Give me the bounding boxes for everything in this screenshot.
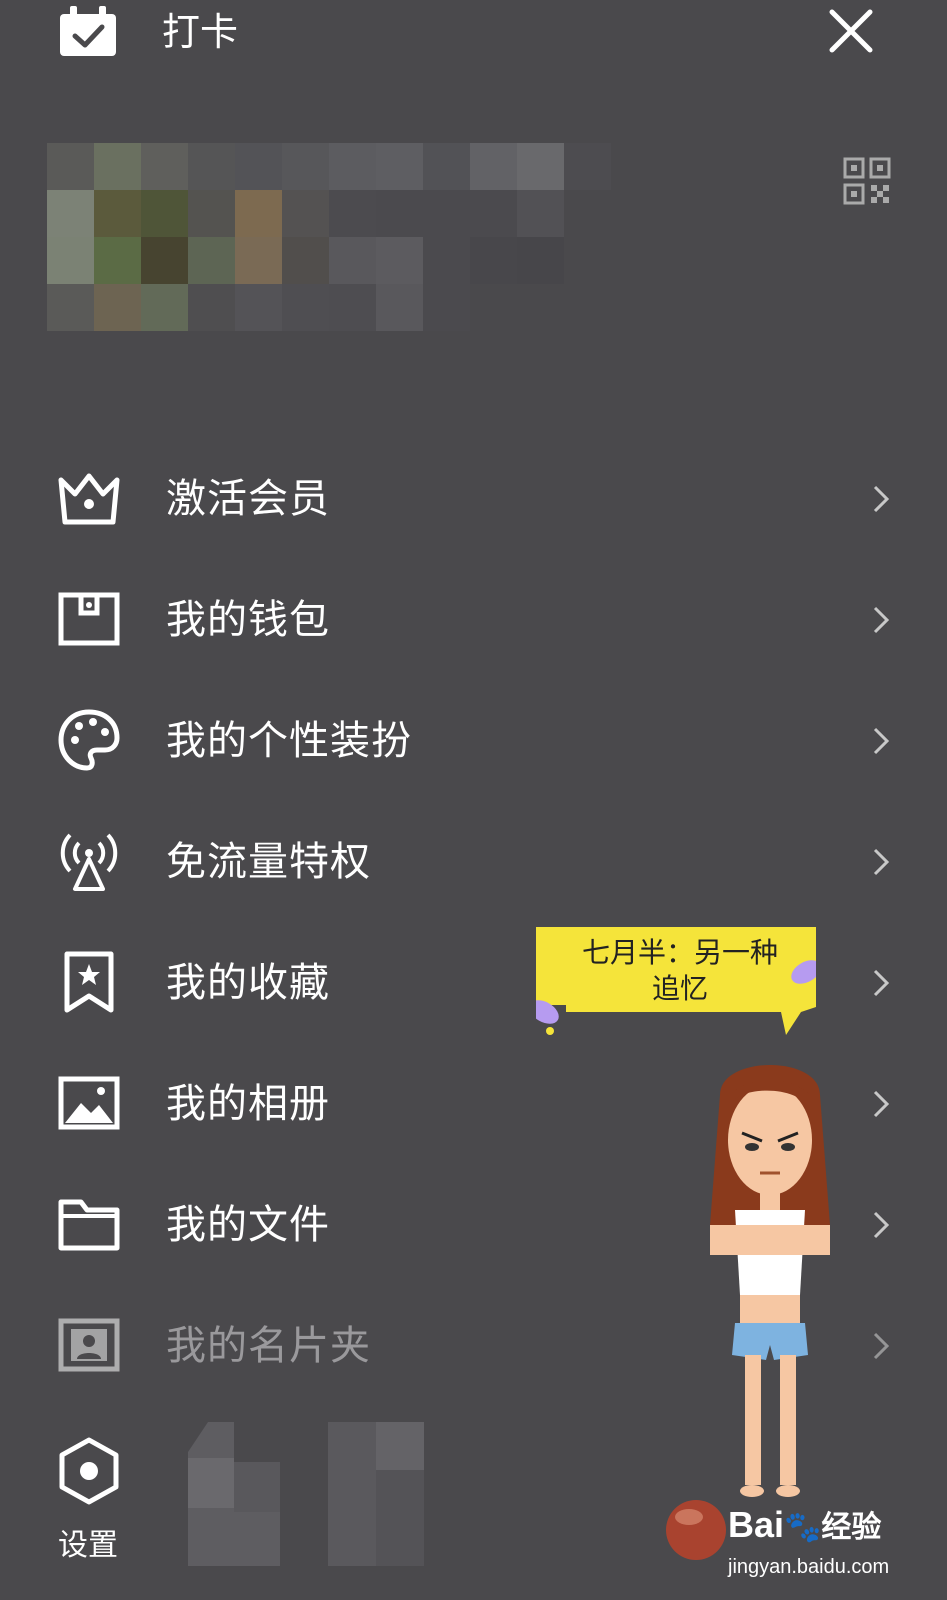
chevron-right-icon [873,848,890,876]
baidu-ball-icon [666,1500,726,1560]
menu-item-label: 激活会员 [166,476,330,522]
close-icon[interactable] [826,6,876,56]
chevron-right-icon [873,1211,890,1239]
bookmark-star-icon [64,951,114,1013]
chevron-right-icon [873,485,890,513]
watermark-site: jingyan.baidu.com [728,1556,890,1578]
profile-avatar-blurred[interactable] [47,143,611,333]
calendar-check-icon[interactable] [58,6,118,58]
image-icon [58,1076,120,1130]
menu-item-personalize[interactable]: 我的个性装扮 [0,682,947,800]
settings-label[interactable]: 设置 [58,1520,118,1564]
menu-item-label: 我的相册 [166,1081,330,1127]
menu-item-wallet[interactable]: 我的钱包 [0,561,947,679]
chevron-right-icon [873,727,890,755]
menu-item-label: 我的名片夹 [166,1323,371,1369]
menu-item-label: 我的个性装扮 [166,718,412,764]
menu-item-label: 我的钱包 [166,597,330,643]
crown-icon [58,473,120,525]
wallet-icon [58,592,120,646]
settings-hexagon-icon[interactable] [57,1436,121,1506]
qr-code-icon[interactable] [843,157,891,205]
chevron-right-icon [873,1090,890,1118]
menu-item-label: 我的收藏 [166,960,330,1006]
palette-icon [58,709,120,771]
chevron-right-icon [873,969,890,997]
menu-item-label: 免流量特权 [166,839,371,885]
contact-card-icon [58,1318,120,1372]
chevron-right-icon [873,1332,890,1360]
menu-item-label: 我的文件 [166,1202,330,1248]
footer-blurred-area [188,1422,424,1566]
folder-icon [58,1199,120,1251]
cartoon-girl-sticker [710,1065,830,1497]
menu-item-free-data[interactable]: 免流量特权 [0,803,947,921]
sticker-bubble-text: 七月半：另一种 追忆 [581,936,778,1005]
chevron-right-icon [873,606,890,634]
signal-tower-icon [60,833,118,891]
menu-item-vip[interactable]: 激活会员 [0,440,947,558]
checkin-label[interactable]: 打卡 [162,8,238,56]
watermark-logo: Bai🐾经验 [728,1504,882,1545]
